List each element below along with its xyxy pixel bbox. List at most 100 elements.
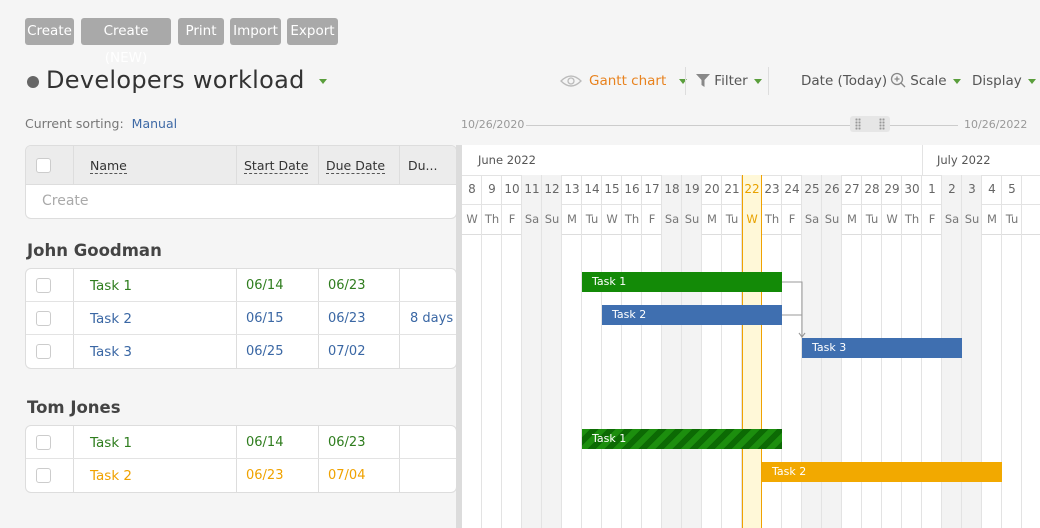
- create-button[interactable]: Create: [25, 18, 74, 45]
- divider: [399, 269, 400, 302]
- gantt-bar[interactable]: Task 2: [762, 462, 1002, 482]
- divider: [236, 269, 237, 302]
- column-header-name[interactable]: Name: [90, 158, 127, 174]
- task-due-date[interactable]: 07/04: [328, 468, 365, 483]
- divider: [236, 426, 237, 459]
- task-due-date[interactable]: 07/02: [328, 344, 365, 359]
- divider: [318, 459, 319, 492]
- display-label: Display: [972, 73, 1022, 89]
- task-name[interactable]: Task 1: [90, 278, 132, 294]
- divider: [73, 269, 74, 302]
- select-all-checkbox[interactable]: [36, 158, 51, 173]
- table-row[interactable]: Task 2 06/15 06/23 8 days: [26, 301, 456, 335]
- print-button[interactable]: Print: [178, 18, 224, 45]
- task-due-date[interactable]: 06/23: [328, 278, 365, 293]
- filter-icon: [696, 74, 710, 87]
- gantt-bar[interactable]: Task 1: [582, 272, 782, 292]
- divider: [318, 269, 319, 302]
- grid-column-header: Name Start Date Due Date Du...: [26, 146, 456, 185]
- divider: [236, 335, 237, 368]
- column-header-start-date[interactable]: Start Date: [244, 158, 309, 174]
- table-row[interactable]: Task 3 06/25 07/02: [26, 334, 456, 368]
- eye-icon[interactable]: [560, 73, 582, 92]
- range-end-date: 10/26/2022: [964, 118, 1028, 131]
- page-title-text: Developers workload: [46, 66, 305, 94]
- row-checkbox[interactable]: [36, 311, 51, 326]
- row-checkbox[interactable]: [36, 435, 51, 450]
- gantt-chart-label: Gantt chart: [589, 73, 667, 89]
- dependency-link: [782, 314, 803, 336]
- filter-label: Filter: [714, 73, 748, 89]
- chevron-down-icon[interactable]: [318, 78, 327, 84]
- gantt-bar[interactable]: Task 2: [602, 305, 782, 325]
- group-header-tom-jones[interactable]: Tom Jones: [27, 398, 121, 417]
- export-button[interactable]: Export: [287, 18, 338, 45]
- gantt-bar[interactable]: Task 3: [802, 338, 962, 358]
- divider: [768, 67, 769, 95]
- group-rows-tom-jones: Task 1 06/14 06/23 Task 2 06/23 07/04: [25, 425, 457, 493]
- create-task-input[interactable]: Create: [42, 193, 89, 209]
- divider: [73, 146, 74, 184]
- divider: [399, 302, 400, 335]
- divider: [318, 335, 319, 368]
- table-row[interactable]: Task 2 06/23 07/04: [26, 458, 456, 492]
- row-checkbox[interactable]: [36, 278, 51, 293]
- display-button[interactable]: Display: [972, 72, 1037, 90]
- task-duration[interactable]: 8 days: [410, 311, 453, 326]
- date-today-button[interactable]: Date (Today): [801, 72, 887, 90]
- column-header-due-date[interactable]: Due Date: [326, 158, 386, 174]
- scale-label: Scale: [910, 73, 947, 89]
- row-checkbox[interactable]: [36, 468, 51, 483]
- sorting-label: Current sorting:: [25, 116, 124, 131]
- task-start-date[interactable]: 06/25: [246, 344, 283, 359]
- divider: [236, 146, 237, 184]
- task-due-date[interactable]: 06/23: [328, 311, 365, 326]
- range-start-date: 10/26/2020: [461, 118, 525, 131]
- divider: [73, 302, 74, 335]
- chevron-down-icon: [1028, 78, 1037, 84]
- dependency-link: [782, 281, 803, 336]
- page-title[interactable]: Developers workload: [46, 66, 327, 94]
- group-header-john-goodman[interactable]: John Goodman: [27, 241, 162, 260]
- create-new-button[interactable]: Create (NEW): [81, 18, 171, 66]
- status-dot: [27, 76, 39, 88]
- row-checkbox[interactable]: [36, 344, 51, 359]
- right-handle-grip-icon[interactable]: [879, 118, 885, 130]
- task-start-date[interactable]: 06/14: [246, 278, 283, 293]
- divider: [73, 459, 74, 492]
- table-row[interactable]: Task 1 06/14 06/23: [26, 426, 456, 459]
- divider: [318, 146, 319, 184]
- range-track[interactable]: [526, 125, 958, 126]
- task-due-date[interactable]: 06/23: [328, 435, 365, 450]
- task-start-date[interactable]: 06/15: [246, 311, 283, 326]
- divider: [318, 302, 319, 335]
- task-start-date[interactable]: 06/23: [246, 468, 283, 483]
- filter-button[interactable]: Filter: [696, 72, 763, 90]
- range-selection[interactable]: [850, 116, 890, 132]
- import-button[interactable]: Import: [230, 18, 281, 45]
- gantt-chart[interactable]: June 2022 July 2022 8 W 9 Th 10 F 11 Sa 12 Su 13 M 1…: [462, 145, 1040, 528]
- task-name[interactable]: Task 2: [90, 311, 132, 327]
- zoom-in-icon: [890, 72, 906, 88]
- divider: [236, 302, 237, 335]
- group-rows-john-goodman: Task 1 06/14 06/23 Task 2 06/15 06/23 8 …: [25, 268, 457, 369]
- divider: [399, 426, 400, 459]
- chevron-down-icon: [754, 78, 763, 84]
- scale-button[interactable]: Scale: [890, 72, 961, 90]
- task-name[interactable]: Task 2: [90, 468, 132, 484]
- task-name[interactable]: Task 1: [90, 435, 132, 451]
- table-row[interactable]: Task 1 06/14 06/23: [26, 269, 456, 302]
- task-start-date[interactable]: 06/14: [246, 435, 283, 450]
- divider: [73, 426, 74, 459]
- gantt-chart-view-select[interactable]: Gantt chart: [589, 72, 687, 90]
- divider: [236, 459, 237, 492]
- gantt-bar[interactable]: Task 1: [582, 429, 782, 449]
- divider: [399, 335, 400, 368]
- chevron-down-icon: [952, 78, 961, 84]
- sorting-value-link[interactable]: Manual: [132, 116, 177, 131]
- left-handle-grip-icon[interactable]: [855, 118, 861, 130]
- divider: [399, 459, 400, 492]
- task-name[interactable]: Task 3: [90, 344, 132, 360]
- column-header-duration[interactable]: Du...: [408, 158, 437, 173]
- current-sorting: Current sorting: Manual: [25, 116, 177, 131]
